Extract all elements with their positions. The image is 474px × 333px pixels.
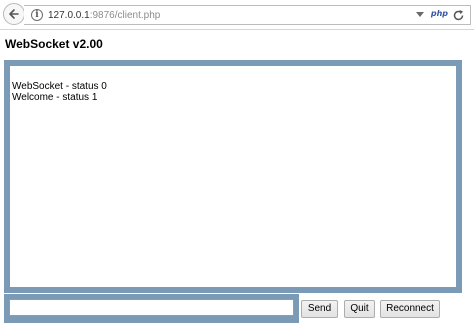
url-path: :9876/client.php bbox=[89, 10, 161, 21]
message-input[interactable] bbox=[9, 299, 294, 316]
browser-toolbar: i 127.0.0.1:9876/client.php php bbox=[0, 0, 474, 30]
send-button[interactable]: Send bbox=[301, 300, 338, 318]
info-icon[interactable]: i bbox=[31, 9, 43, 21]
url-text[interactable]: 127.0.0.1:9876/client.php bbox=[48, 9, 160, 22]
url-host: 127.0.0.1 bbox=[48, 10, 90, 21]
log-frame: WebSocket - status 0 Welcome - status 1 bbox=[4, 60, 462, 293]
address-bar[interactable]: i 127.0.0.1:9876/client.php php bbox=[24, 5, 471, 25]
back-arrow-icon bbox=[9, 9, 19, 19]
reconnect-button[interactable]: Reconnect bbox=[380, 300, 440, 318]
back-button[interactable] bbox=[3, 3, 25, 25]
quit-button[interactable]: Quit bbox=[344, 300, 375, 318]
log-line: WebSocket - status 0 bbox=[12, 81, 107, 92]
dropdown-arrow-icon[interactable] bbox=[416, 12, 424, 18]
log-area[interactable]: WebSocket - status 0 Welcome - status 1 bbox=[10, 66, 456, 287]
reload-icon[interactable] bbox=[452, 9, 465, 22]
php-icon[interactable]: php bbox=[431, 9, 448, 18]
message-input-frame bbox=[4, 294, 299, 323]
page-title: WebSocket v2.00 bbox=[5, 37, 103, 51]
log-line: Welcome - status 1 bbox=[12, 92, 98, 103]
